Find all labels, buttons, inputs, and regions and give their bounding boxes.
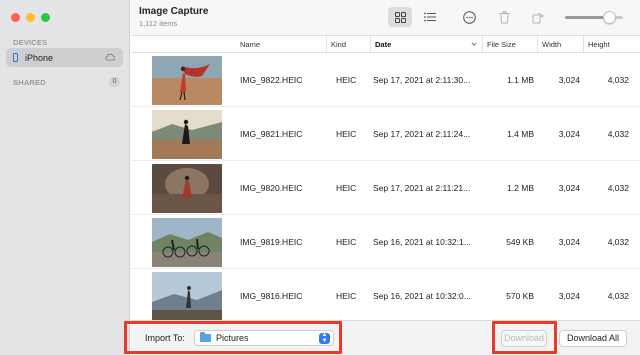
app-title: Image Capture	[139, 6, 209, 17]
photo-thumbnail	[152, 164, 222, 213]
toolbar: Image Capture 1,112 items	[131, 0, 640, 36]
file-date: Sep 16, 2021 at 10:32:0...	[373, 291, 471, 301]
import-to-highlight	[124, 321, 342, 354]
item-count: 1,112 items	[139, 19, 178, 28]
minimize-window-button[interactable]	[26, 13, 35, 22]
table-row[interactable]: IMG_9821.HEIC HEIC Sep 17, 2021 at 2:11:…	[131, 107, 640, 161]
file-kind: HEIC	[336, 129, 357, 139]
delete-button[interactable]	[496, 7, 512, 27]
image-height: 4,032	[607, 237, 629, 247]
file-kind: HEIC	[336, 183, 357, 193]
table-row[interactable]: IMG_9819.HEIC HEIC Sep 16, 2021 at 10:32…	[131, 215, 640, 269]
file-name: IMG_9821.HEIC	[240, 129, 303, 139]
image-width: 3,024	[558, 237, 580, 247]
file-date: Sep 17, 2021 at 2:11:21...	[373, 183, 471, 193]
sidebar: DEVICES iPhone SHARED 0	[0, 0, 130, 355]
column-header-height[interactable]: Height	[583, 36, 640, 53]
table-header: Name Kind Date File Size Width Height	[131, 36, 640, 53]
iphone-icon	[13, 53, 18, 62]
file-name: IMG_9822.HEIC	[240, 75, 303, 85]
trash-icon	[499, 10, 509, 23]
column-header-date[interactable]: Date	[370, 36, 482, 53]
image-height: 4,032	[607, 129, 629, 139]
photo-thumbnail	[152, 272, 222, 321]
file-name: IMG_9819.HEIC	[240, 237, 303, 247]
thumbnail-size-slider[interactable]	[565, 11, 623, 24]
file-size: 1.2 MB	[507, 183, 534, 193]
image-width: 3,024	[558, 129, 580, 139]
grid-view-icon	[394, 11, 406, 23]
image-width: 3,024	[558, 291, 580, 301]
photo-thumbnail	[152, 218, 222, 267]
table-row[interactable]: IMG_9822.HEIC HEIC Sep 17, 2021 at 2:11:…	[131, 53, 640, 107]
more-options-button[interactable]	[461, 7, 477, 27]
image-height: 4,032	[607, 75, 629, 85]
chevron-down-icon	[471, 42, 477, 46]
file-kind: HEIC	[336, 237, 357, 247]
close-window-button[interactable]	[11, 13, 20, 22]
table-row[interactable]: IMG_9816.HEIC HEIC Sep 16, 2021 at 10:32…	[131, 269, 640, 323]
device-label: iPhone	[25, 52, 54, 63]
list-view-button[interactable]	[419, 7, 441, 27]
file-size: 549 KB	[506, 237, 534, 247]
file-date: Sep 17, 2021 at 2:11:24...	[373, 129, 471, 139]
grid-view-button[interactable]	[388, 7, 412, 27]
download-all-button[interactable]: Download All	[559, 330, 627, 347]
rotate-icon	[532, 12, 544, 23]
file-name: IMG_9820.HEIC	[240, 183, 303, 193]
devices-section-title: DEVICES	[13, 38, 48, 47]
file-kind: HEIC	[336, 75, 357, 85]
list-view-icon	[424, 12, 436, 22]
shared-section-title: SHARED	[13, 78, 46, 87]
window-controls	[11, 13, 50, 22]
column-header-width[interactable]: Width	[537, 36, 583, 53]
photo-thumbnail	[152, 110, 222, 159]
file-size: 1.4 MB	[507, 129, 534, 139]
image-width: 3,024	[558, 183, 580, 193]
table-row[interactable]: IMG_9820.HEIC HEIC Sep 17, 2021 at 2:11:…	[131, 161, 640, 215]
sidebar-item-iphone[interactable]: iPhone	[6, 48, 123, 67]
file-date: Sep 16, 2021 at 10:32:1...	[373, 237, 471, 247]
slider-knob[interactable]	[602, 11, 616, 24]
column-header-name[interactable]: Name	[240, 36, 260, 53]
file-name: IMG_9816.HEIC	[240, 291, 303, 301]
image-height: 4,032	[607, 291, 629, 301]
file-date: Sep 17, 2021 at 2:11:30...	[373, 75, 471, 85]
image-width: 3,024	[558, 75, 580, 85]
image-height: 4,032	[607, 183, 629, 193]
file-kind: HEIC	[336, 291, 357, 301]
more-options-icon	[462, 10, 476, 24]
column-header-file-size[interactable]: File Size	[482, 36, 537, 53]
shared-count-badge: 0	[109, 77, 120, 87]
rotate-button[interactable]	[530, 7, 546, 27]
file-size: 570 KB	[506, 291, 534, 301]
column-header-kind[interactable]: Kind	[326, 36, 372, 53]
zoom-window-button[interactable]	[41, 13, 50, 22]
photo-thumbnail	[152, 56, 222, 105]
cloud-icon	[105, 53, 115, 61]
file-size: 1.1 MB	[507, 75, 534, 85]
download-highlight	[492, 321, 557, 354]
